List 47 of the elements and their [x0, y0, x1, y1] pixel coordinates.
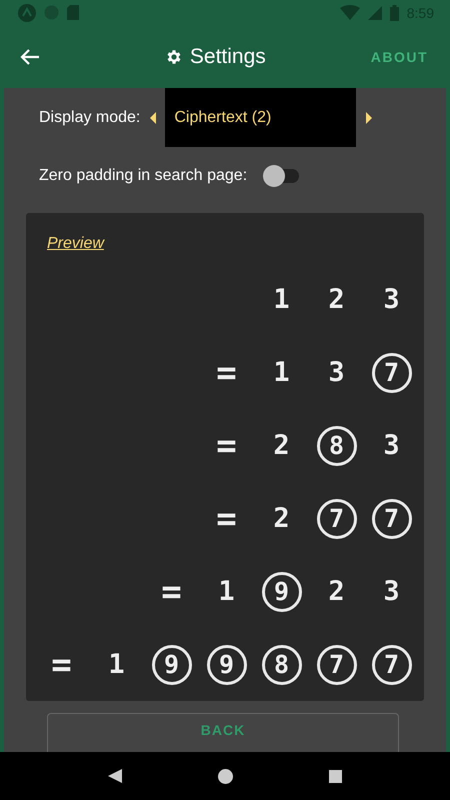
equals-sign: = [216, 352, 237, 393]
back-button[interactable]: BACK [47, 713, 399, 752]
preview-digit: 1 [273, 284, 290, 316]
preview-digit: 1 [108, 649, 125, 680]
recents-icon[interactable] [329, 770, 342, 782]
display-mode-label: Display mode: [39, 108, 140, 126]
preview-digit: 2 [273, 430, 290, 462]
equals-sign: = [216, 498, 237, 539]
preview-digit: 3 [383, 284, 400, 316]
circled-digit: 9 [206, 644, 246, 685]
battery-icon [390, 4, 399, 20]
circled-digit: 9 [152, 644, 192, 685]
equals-sign: = [51, 644, 72, 685]
circled-digit: 9 [262, 572, 302, 612]
display-mode-value: Ciphertext (2) [174, 108, 272, 126]
circled-digit: 8 [262, 644, 302, 685]
preview-digit: 2 [273, 503, 290, 534]
preview-digit: 1 [273, 357, 290, 388]
wifi-icon [340, 5, 360, 20]
equals-sign: = [161, 572, 182, 612]
circled-digit: 8 [316, 426, 356, 466]
settings-icon [164, 48, 183, 66]
signal-icon [368, 6, 382, 20]
sd-card-icon [67, 5, 79, 20]
home-icon[interactable] [218, 768, 233, 784]
equals-sign: = [216, 426, 237, 466]
preview-digit: 3 [328, 357, 345, 388]
screen-title: Settings [190, 44, 266, 68]
preview-digit: 1 [218, 576, 235, 608]
next-arrow-icon[interactable] [366, 112, 372, 124]
display-mode-selector[interactable]: Ciphertext (2) [165, 88, 356, 147]
about-button[interactable]: ABOUT [366, 44, 432, 68]
circled-digit: 7 [372, 498, 412, 539]
preview-digit: 3 [383, 430, 400, 462]
circled-digit: 7 [316, 498, 356, 539]
circled-digit: 7 [372, 352, 412, 393]
back-arrow-icon[interactable] [20, 48, 40, 66]
preview-title: Preview [47, 235, 104, 252]
circled-digit: 7 [316, 644, 356, 685]
previous-arrow-icon[interactable] [150, 112, 156, 124]
preview-digit: 3 [383, 576, 400, 608]
preview-digit: 2 [328, 284, 345, 316]
back-icon[interactable] [108, 769, 122, 783]
circled-digit: 7 [372, 644, 412, 685]
preview-digit: 2 [328, 576, 345, 608]
app-icon [18, 4, 36, 22]
zero-padding-label: Zero padding in search page: [39, 166, 248, 185]
